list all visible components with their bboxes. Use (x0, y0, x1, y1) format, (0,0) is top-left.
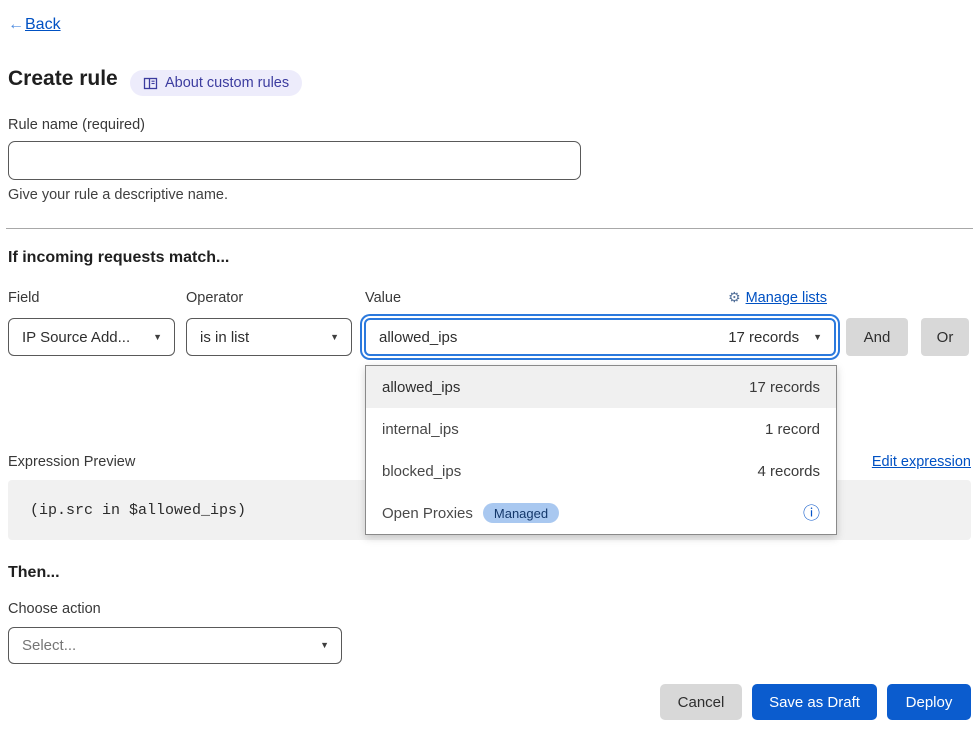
list-option-name: Open Proxies (382, 505, 473, 522)
list-option-open-proxies[interactable]: Open Proxies Managed ⓘ (366, 492, 836, 534)
list-option-count: 4 records (757, 463, 820, 480)
match-section-heading: If incoming requests match... (8, 249, 229, 267)
operator-select-value: is in list (200, 329, 249, 346)
list-option-internal-ips[interactable]: internal_ips 1 record (366, 408, 836, 450)
list-option-blocked-ips[interactable]: blocked_ips 4 records (366, 450, 836, 492)
rule-name-label: Rule name (required) (8, 117, 145, 133)
or-button[interactable]: Or (921, 318, 969, 356)
back-link[interactable]: ←Back (8, 16, 61, 34)
manage-lists-label: Manage lists (746, 290, 827, 306)
expression-code: (ip.src in $allowed_ips) (30, 502, 246, 519)
list-option-name: allowed_ips (382, 379, 460, 396)
gear-icon: ⚙ (728, 289, 741, 306)
about-custom-rules-label: About custom rules (165, 75, 289, 91)
back-link-label: Back (25, 16, 61, 33)
and-button[interactable]: And (846, 318, 908, 356)
field-label: Field (8, 290, 39, 306)
value-select-count: 17 records (728, 329, 799, 346)
value-select[interactable]: allowed_ips 17 records ▼ (364, 318, 836, 356)
choose-action-label: Choose action (8, 601, 101, 617)
rule-name-helper: Give your rule a descriptive name. (8, 187, 228, 203)
chevron-down-icon: ▼ (330, 333, 339, 342)
section-divider (6, 228, 973, 229)
chevron-down-icon: ▼ (153, 333, 162, 342)
value-dropdown-panel: allowed_ips 17 records internal_ips 1 re… (365, 365, 837, 535)
list-option-count: 1 record (765, 421, 820, 438)
operator-label: Operator (186, 290, 243, 306)
action-select[interactable]: Select... ▼ (8, 627, 342, 664)
info-icon[interactable]: ⓘ (803, 505, 820, 522)
cancel-button[interactable]: Cancel (660, 684, 742, 720)
action-select-placeholder: Select... (22, 637, 76, 654)
value-label: Value (365, 290, 401, 306)
edit-expression-link[interactable]: Edit expression (872, 454, 971, 470)
list-option-allowed-ips[interactable]: allowed_ips 17 records (366, 366, 836, 408)
operator-select[interactable]: is in list ▼ (186, 318, 352, 356)
deploy-button[interactable]: Deploy (887, 684, 971, 720)
rule-name-input[interactable] (8, 141, 581, 180)
then-section-heading: Then... (8, 564, 60, 582)
book-icon (143, 76, 158, 91)
create-rule-page: ←Back Create rule About custom rules Rul… (0, 0, 979, 739)
list-option-name: blocked_ips (382, 463, 461, 480)
field-select-value: IP Source Add... (22, 329, 130, 346)
field-select[interactable]: IP Source Add... ▼ (8, 318, 175, 356)
expression-preview-label: Expression Preview (8, 454, 135, 470)
list-option-name: internal_ips (382, 421, 459, 438)
about-custom-rules-link[interactable]: About custom rules (130, 70, 302, 96)
manage-lists-link[interactable]: ⚙ Manage lists (728, 289, 838, 306)
chevron-down-icon: ▼ (320, 641, 329, 650)
save-as-draft-button[interactable]: Save as Draft (752, 684, 877, 720)
managed-badge: Managed (483, 503, 559, 523)
chevron-down-icon: ▼ (813, 333, 822, 342)
list-option-count: 17 records (749, 379, 820, 396)
back-arrow-icon: ← (8, 16, 24, 34)
value-select-name: allowed_ips (379, 329, 457, 346)
page-title: Create rule (8, 67, 118, 91)
